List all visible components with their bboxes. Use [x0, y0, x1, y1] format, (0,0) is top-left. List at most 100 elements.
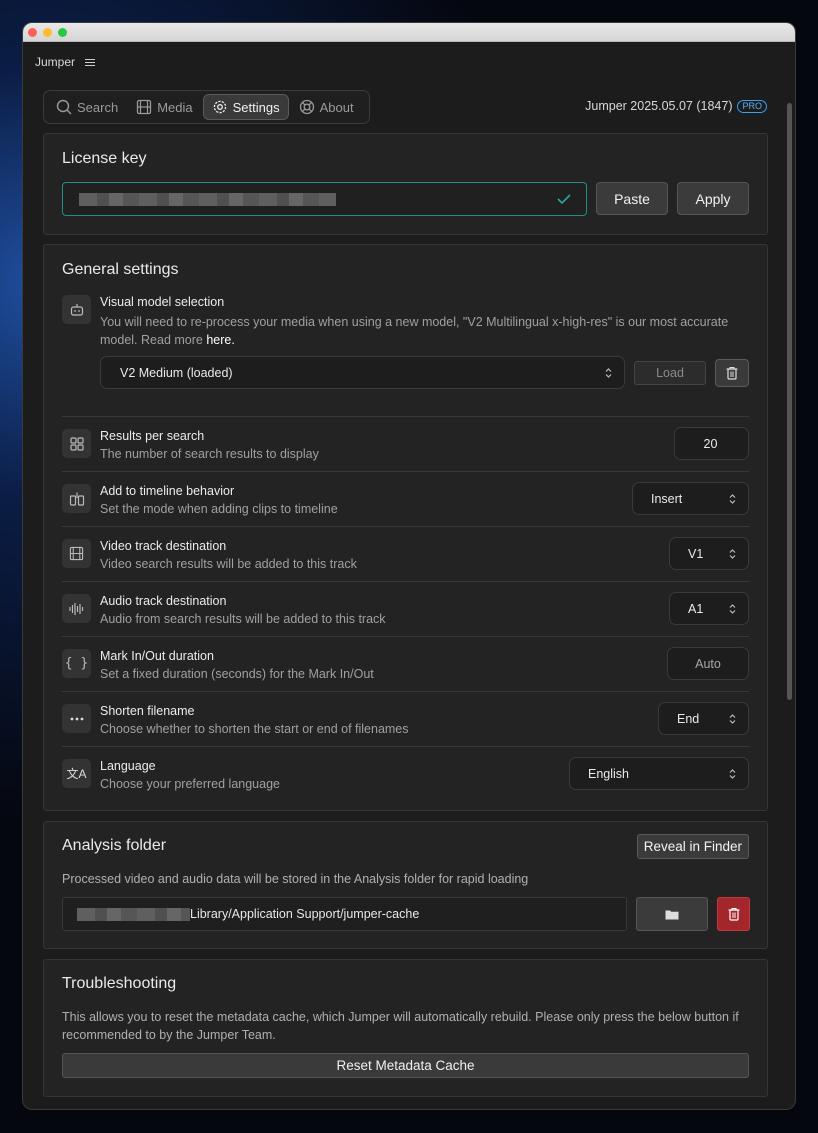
read-more-link[interactable]: here. — [206, 333, 235, 347]
close-window-button[interactable] — [28, 28, 37, 37]
chevron-updown-icon — [729, 714, 736, 724]
tab-bar: Search Media Settings About — [43, 90, 370, 124]
analysis-folder-description: Processed video and audio data will be s… — [62, 872, 529, 886]
folder-icon — [665, 910, 679, 919]
tab-settings[interactable]: Settings — [202, 94, 289, 120]
tab-media[interactable]: Media — [128, 94, 200, 120]
reveal-in-finder-button[interactable]: Reveal in Finder — [636, 834, 749, 859]
tab-label: Settings — [232, 99, 280, 115]
app-window: Jumper Search Media Settings About Jumpe… — [23, 23, 795, 1109]
timeline-behavior-select[interactable]: Insert — [632, 482, 749, 515]
audio-waveform-icon — [62, 594, 91, 623]
license-key-input[interactable] — [62, 182, 587, 216]
gear-icon — [213, 100, 226, 114]
general-settings-card: General settings Visual model selection … — [43, 244, 768, 811]
shorten-filename-select[interactable]: End — [658, 702, 749, 735]
tab-label: About — [319, 99, 354, 115]
analysis-folder-card: Analysis folder Reveal in Finder Process… — [43, 821, 768, 949]
title-bar — [23, 23, 795, 42]
chevron-updown-icon — [729, 549, 736, 559]
app-title: Jumper — [35, 55, 76, 69]
setting-description: Set the mode when adding clips to timeli… — [100, 502, 338, 516]
troubleshooting-card: Troubleshooting This allows you to reset… — [43, 959, 768, 1097]
app-header: Jumper — [23, 42, 795, 82]
audio-track-select[interactable]: A1 — [669, 592, 749, 625]
nav-row: Search Media Settings About Jumper 2025.… — [43, 90, 767, 124]
mark-in-out-row: { } Mark In/Out duration Set a fixed dur… — [62, 636, 749, 691]
mark-duration-value: Auto — [695, 656, 721, 671]
setting-description: The number of search results to display — [100, 447, 319, 461]
film-icon — [137, 99, 152, 115]
delete-cache-button[interactable] — [717, 897, 750, 931]
redacted-path-prefix — [77, 908, 190, 921]
translate-icon: 文A — [62, 759, 91, 788]
setting-title: Results per search — [100, 429, 205, 443]
grid-icon — [62, 429, 91, 458]
trash-icon — [728, 907, 739, 921]
tab-label: Search — [77, 99, 119, 115]
chevron-updown-icon — [605, 368, 612, 378]
timeline-behavior-row: Add to timeline behavior Set the mode wh… — [62, 471, 749, 526]
troubleshooting-description: This allows you to reset the metadata ca… — [62, 1010, 739, 1042]
lifebuoy-icon — [299, 99, 314, 115]
shorten-filename-row: Shorten filename Choose whether to short… — [62, 691, 749, 746]
general-settings-title: General settings — [62, 261, 179, 278]
hamburger-menu-icon[interactable] — [85, 57, 96, 68]
setting-title: Audio track destination — [100, 594, 227, 608]
setting-description: Audio from search results will be added … — [100, 612, 386, 626]
results-count-value: 20 — [703, 436, 718, 451]
scrollbar[interactable] — [787, 103, 792, 700]
paste-button[interactable]: Paste — [596, 182, 668, 215]
video-track-select[interactable]: V1 — [669, 537, 749, 570]
reset-metadata-cache-button[interactable]: Reset Metadata Cache — [62, 1053, 749, 1078]
mark-duration-input[interactable]: Auto — [667, 647, 749, 680]
analysis-path-field[interactable]: Library/Application Support/jumper-cache — [62, 897, 627, 931]
analysis-folder-title: Analysis folder — [62, 837, 167, 854]
setting-description: Choose your preferred language — [100, 777, 280, 791]
setting-title: Language — [100, 759, 156, 773]
tab-about[interactable]: About — [291, 94, 362, 120]
chevron-updown-icon — [729, 494, 736, 504]
delete-model-button[interactable] — [715, 359, 749, 387]
audio-track-row: Audio track destination Audio from searc… — [62, 581, 749, 636]
load-model-button[interactable]: Load — [634, 361, 706, 385]
license-card: License key Paste Apply — [43, 133, 768, 235]
search-icon — [56, 99, 72, 115]
maximize-window-button[interactable] — [58, 28, 67, 37]
choose-folder-button[interactable] — [636, 897, 708, 931]
setting-title: Add to timeline behavior — [100, 484, 235, 498]
timeline-behavior-value: Insert — [651, 491, 683, 506]
language-row: 文A Language Choose your preferred langua… — [62, 746, 749, 801]
trash-icon — [726, 366, 738, 380]
minimize-window-button[interactable] — [43, 28, 52, 37]
model-select-value: V2 Medium (loaded) — [120, 365, 233, 380]
video-track-value: V1 — [688, 546, 704, 561]
check-icon — [557, 194, 571, 205]
setting-title: Mark In/Out duration — [100, 649, 214, 663]
visual-model-title: Visual model selection — [100, 295, 225, 309]
apply-button[interactable]: Apply — [677, 182, 749, 215]
setting-title: Video track destination — [100, 539, 227, 553]
robot-icon — [62, 295, 91, 324]
version-info: Jumper 2025.05.07 (1847) PRO — [585, 99, 767, 113]
results-count-input[interactable]: 20 — [674, 427, 749, 460]
setting-description: Video search results will be added to th… — [100, 557, 357, 571]
troubleshooting-title: Troubleshooting — [62, 975, 177, 992]
audio-track-value: A1 — [688, 601, 704, 616]
model-select[interactable]: V2 Medium (loaded) — [100, 356, 625, 389]
insert-icon — [62, 484, 91, 513]
shorten-filename-value: End — [677, 711, 700, 726]
setting-description: Set a fixed duration (seconds) for the M… — [100, 667, 374, 681]
chevron-updown-icon — [729, 604, 736, 614]
language-select[interactable]: English — [569, 757, 749, 790]
tab-label: Media — [157, 99, 193, 115]
film-icon — [62, 539, 91, 568]
version-text: Jumper 2025.05.07 (1847) — [585, 99, 733, 113]
read-more-text: Read more — [141, 333, 203, 347]
setting-description: Choose whether to shorten the start or e… — [100, 722, 409, 736]
pro-badge: PRO — [737, 99, 767, 113]
tab-search[interactable]: Search — [48, 94, 126, 120]
braces-icon: { } — [62, 649, 91, 678]
chevron-updown-icon — [729, 769, 736, 779]
redacted-license-key — [79, 193, 336, 206]
